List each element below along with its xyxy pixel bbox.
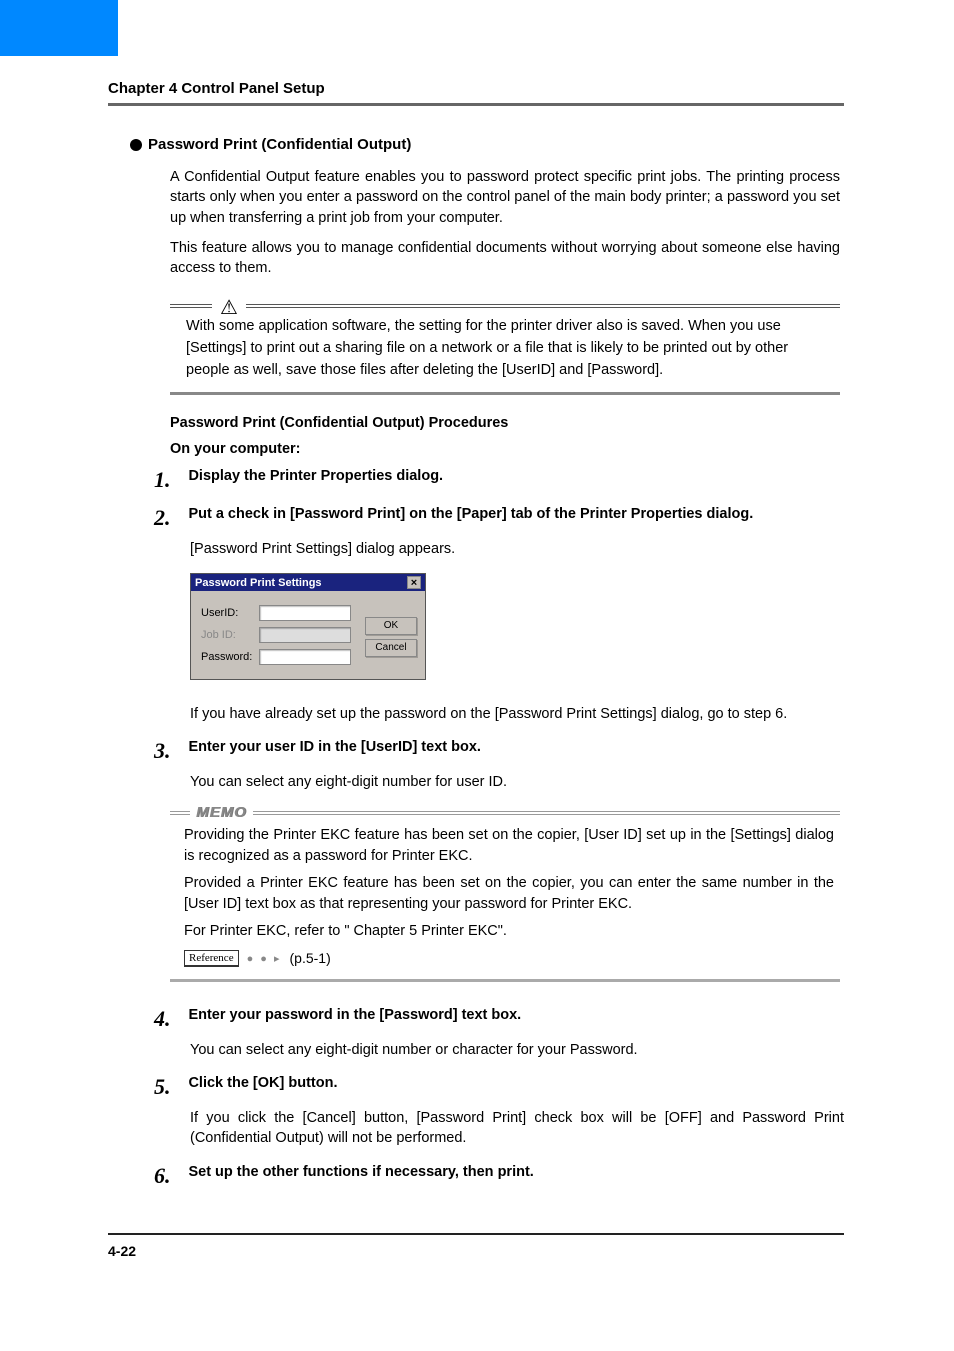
step-2-body1: [Password Print Settings] dialog appears… [190, 539, 844, 559]
memo-label: MEMO [190, 804, 253, 821]
step-2-body2: If you have already set up the password … [190, 704, 844, 724]
page-content: Chapter 4 Control Panel Setup Password P… [108, 80, 844, 1197]
ok-button[interactable]: OK [365, 617, 417, 635]
section-title-text: Password Print (Confidential Output) [148, 136, 411, 153]
cancel-button[interactable]: Cancel [365, 639, 417, 657]
caution-text: With some application software, the sett… [186, 316, 832, 381]
step-2: 2. Put a check in [Password Print] on th… [154, 505, 844, 531]
chapter-title: Chapter 4 Control Panel Setup [108, 80, 844, 97]
section-title: Password Print (Confidential Output) [130, 136, 844, 153]
step-2-num: 2. [154, 505, 184, 531]
step-3-body: You can select any eight-digit number fo… [190, 772, 844, 792]
step-4-body: You can select any eight-digit number or… [190, 1040, 844, 1060]
reference-row: Reference ● ● ▸ (p.5-1) [184, 950, 840, 967]
reference-tag: Reference [184, 950, 239, 967]
step-6-num: 6. [154, 1163, 184, 1189]
step-5-num: 5. [154, 1074, 184, 1100]
procedures-heading: Password Print (Confidential Output) Pro… [170, 415, 844, 431]
step-4-num: 4. [154, 1006, 184, 1032]
step-5: 5. Click the [OK] button. [154, 1074, 844, 1100]
memo-p2: Provided a Printer EKC feature has been … [184, 873, 834, 915]
page-number: 4-22 [108, 1243, 136, 1259]
password-input[interactable] [259, 649, 351, 665]
close-icon[interactable]: × [407, 576, 421, 589]
memo-bottom-rule [170, 979, 840, 982]
step-5-title: Click the [OK] button. [188, 1075, 337, 1091]
memo-top-rule: MEMO [170, 811, 840, 815]
caution-box: ⚠ With some application software, the se… [170, 304, 840, 394]
step-4-title: Enter your password in the [Password] te… [188, 1007, 521, 1023]
dialog-body: UserID: Job ID: Password: OK Cancel [191, 591, 425, 679]
reference-dots-icon: ● ● ▸ [247, 952, 282, 965]
jobid-input [259, 627, 351, 643]
userid-input[interactable] [259, 605, 351, 621]
dialog-title: Password Print Settings [195, 577, 322, 589]
step-1-num: 1. [154, 467, 184, 493]
intro-p1: A Confidential Output feature enables yo… [170, 167, 840, 228]
password-print-dialog: Password Print Settings × UserID: Job ID… [190, 573, 426, 680]
step-6: 6. Set up the other functions if necessa… [154, 1163, 844, 1189]
jobid-label: Job ID: [201, 629, 249, 641]
step-5-body: If you click the [Cancel] button, [Passw… [190, 1108, 844, 1149]
dialog-titlebar: Password Print Settings × [191, 574, 425, 591]
caution-top-rule: ⚠ [170, 304, 840, 308]
step-2-title: Put a check in [Password Print] on the [… [188, 506, 753, 522]
side-tab [0, 0, 118, 56]
userid-label: UserID: [201, 607, 249, 619]
password-label: Password: [201, 651, 249, 663]
memo-box: MEMO Providing the Printer EKC feature h… [170, 811, 840, 982]
step-3-title: Enter your user ID in the [UserID] text … [188, 739, 480, 755]
step-3-num: 3. [154, 738, 184, 764]
warning-icon: ⚠ [212, 295, 246, 320]
intro-p2: This feature allows you to manage confid… [170, 238, 840, 279]
bullet-icon [130, 139, 142, 151]
procedures-sub: On your computer: [170, 441, 844, 457]
step-1: 1. Display the Printer Properties dialog… [154, 467, 844, 493]
chapter-rule [108, 103, 844, 106]
step-3: 3. Enter your user ID in the [UserID] te… [154, 738, 844, 764]
step-4: 4. Enter your password in the [Password]… [154, 1006, 844, 1032]
caution-bottom-rule [170, 392, 840, 395]
reference-page: (p.5-1) [290, 950, 331, 966]
footer-rule [108, 1233, 844, 1235]
memo-p3: For Printer EKC, refer to " Chapter 5 Pr… [184, 921, 834, 942]
step-1-title: Display the Printer Properties dialog. [188, 468, 443, 484]
memo-p1: Providing the Printer EKC feature has be… [184, 825, 834, 867]
step-6-title: Set up the other functions if necessary,… [188, 1164, 533, 1180]
